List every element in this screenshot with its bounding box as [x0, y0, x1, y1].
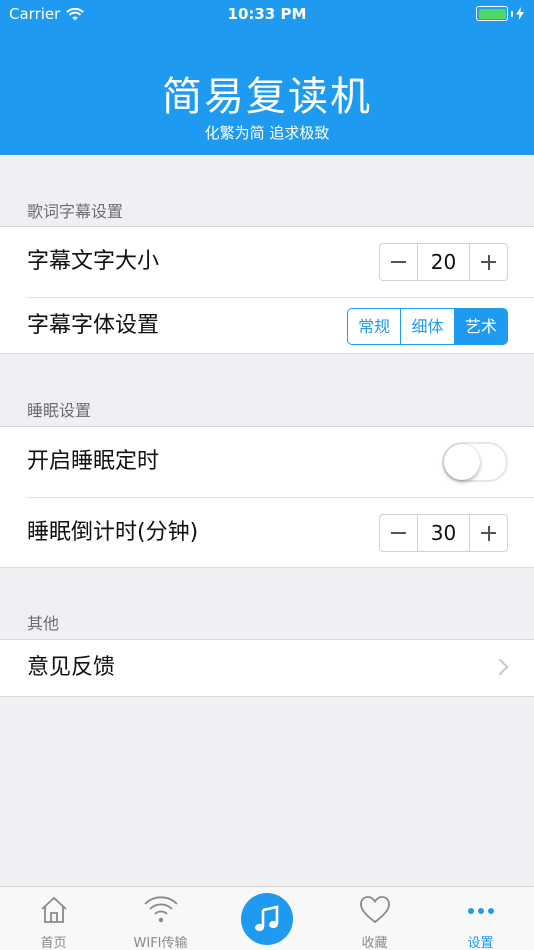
- status-bar: Carrier 10:33 PM: [0, 0, 534, 28]
- tab-settings[interactable]: 设置: [427, 887, 534, 950]
- tab-favorites[interactable]: 收藏: [321, 887, 428, 950]
- charging-bolt-icon: [516, 7, 524, 20]
- other-settings-group: 意见反馈: [0, 639, 534, 697]
- tab-settings-label: 设置: [467, 936, 494, 950]
- music-note-icon: [255, 905, 279, 932]
- app-title: 简易复读机: [162, 74, 372, 120]
- section-title-sleep: 睡眠设置: [27, 401, 92, 420]
- feedback-label: 意见反馈: [27, 655, 116, 680]
- font-style-segmented-control: 常规 细体 艺术: [347, 308, 508, 345]
- countdown-value: 30: [417, 515, 470, 551]
- sleep-countdown-stepper: 30: [379, 514, 508, 552]
- row-font-style: 字幕字体设置 常规 细体 艺术: [27, 297, 534, 353]
- minus-icon: [391, 261, 406, 263]
- sleep-timer-label: 开启睡眠定时: [27, 449, 160, 474]
- sleep-timer-toggle[interactable]: [442, 442, 508, 482]
- font-size-increment-button[interactable]: [470, 244, 507, 280]
- wifi-icon: [143, 896, 178, 923]
- heart-icon: [359, 896, 390, 924]
- tab-favorites-label: 收藏: [361, 936, 388, 950]
- tab-wifi-transfer[interactable]: WIFI传输: [107, 887, 214, 950]
- plus-icon: [481, 254, 496, 270]
- font-style-label: 字幕字体设置: [27, 313, 160, 338]
- font-size-value: 20: [417, 244, 470, 280]
- countdown-increment-button[interactable]: [470, 515, 507, 551]
- section-title-lyrics: 歌词字幕设置: [27, 202, 124, 221]
- tab-wifi-transfer-label: WIFI传输: [133, 936, 188, 950]
- row-font-size: 字幕文字大小 20: [0, 227, 534, 297]
- more-dots-icon: [467, 908, 494, 914]
- minus-icon: [391, 532, 406, 534]
- chevron-right-icon: [491, 658, 509, 676]
- section-title-other: 其他: [27, 614, 60, 633]
- sleep-countdown-label: 睡眠倒计时(分钟): [27, 520, 199, 545]
- battery-icon: [476, 6, 508, 21]
- row-sleep-timer: 开启睡眠定时: [0, 427, 534, 497]
- font-style-art[interactable]: 艺术: [453, 309, 507, 344]
- font-size-stepper: 20: [379, 243, 508, 281]
- toggle-knob: [444, 444, 480, 480]
- font-size-decrement-button[interactable]: [380, 244, 417, 280]
- countdown-decrement-button[interactable]: [380, 515, 417, 551]
- font-style-light[interactable]: 细体: [400, 309, 453, 344]
- plus-icon: [481, 525, 496, 541]
- player-center-button[interactable]: [241, 893, 293, 945]
- tab-home-label: 首页: [40, 936, 67, 950]
- app-header: Carrier 10:33 PM 简易复读机 化繁为简 追求极致: [0, 0, 534, 155]
- app-subtitle: 化繁为简 追求极致: [204, 124, 330, 142]
- sleep-settings-group: 开启睡眠定时 睡眠倒计时(分钟) 30: [0, 426, 534, 568]
- row-feedback[interactable]: 意见反馈: [0, 640, 534, 696]
- font-size-label: 字幕文字大小: [27, 249, 160, 274]
- font-style-regular[interactable]: 常规: [348, 309, 400, 344]
- battery-indicator: [476, 6, 524, 21]
- home-icon: [40, 896, 67, 923]
- row-sleep-countdown: 睡眠倒计时(分钟) 30: [27, 497, 534, 567]
- lyrics-settings-group: 字幕文字大小 20 字幕字体设置 常规 细体 艺术: [0, 226, 534, 354]
- tab-home[interactable]: 首页: [0, 887, 107, 950]
- status-time: 10:33 PM: [227, 5, 307, 23]
